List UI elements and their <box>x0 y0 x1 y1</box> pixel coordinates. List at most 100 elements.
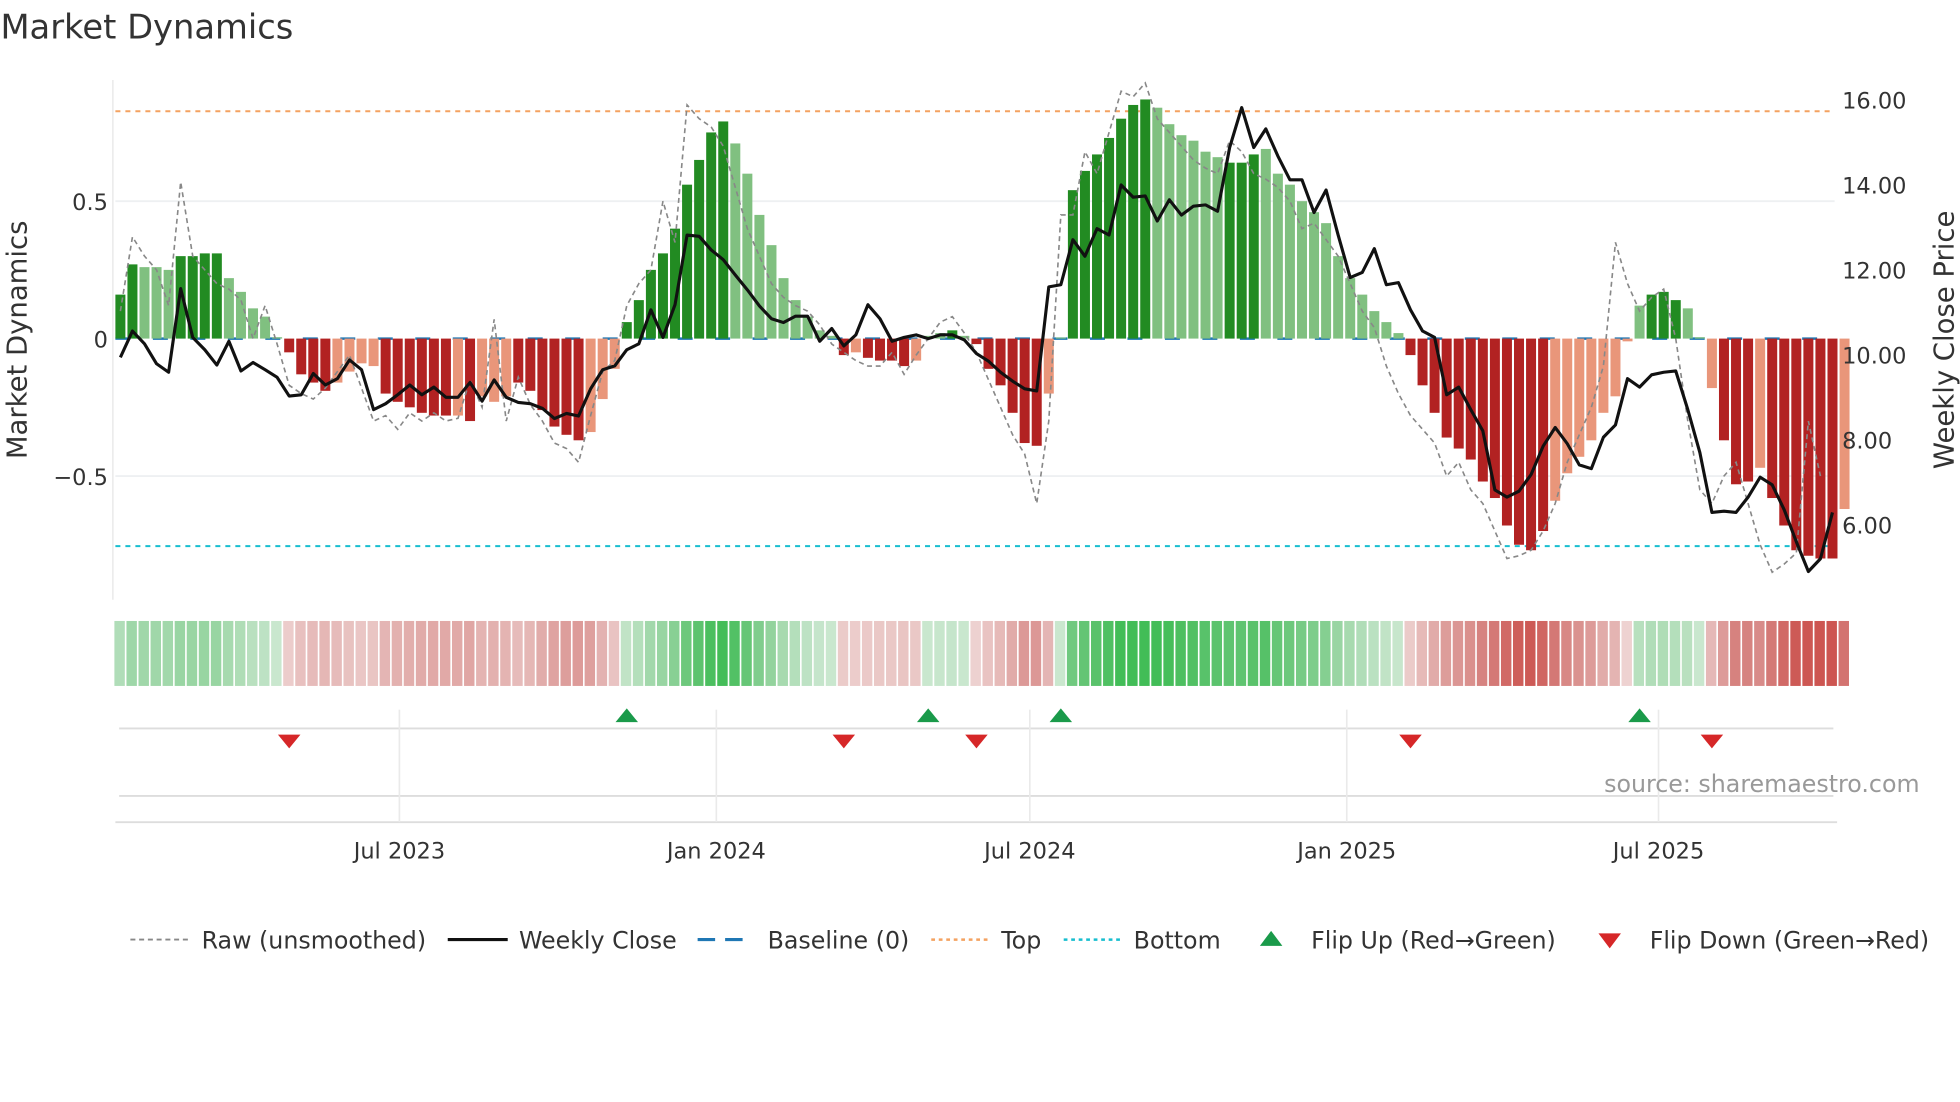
strip-cell <box>873 620 885 686</box>
strip-cell <box>1247 620 1259 686</box>
strip-cell <box>1778 620 1789 686</box>
strip-cell <box>620 620 632 686</box>
strip-cell <box>789 620 801 686</box>
dynamics-bar <box>573 338 584 441</box>
strip-cell <box>1066 620 1078 686</box>
strip-cell <box>825 620 837 686</box>
strip-cell <box>1344 620 1355 686</box>
strip-cell <box>1380 620 1391 686</box>
dynamics-bar <box>1140 99 1151 339</box>
strip-cell <box>319 620 330 686</box>
strip-cell <box>1211 620 1223 686</box>
strip-cell <box>970 620 981 686</box>
flip-up-marker <box>1628 708 1651 723</box>
strip-cell <box>1488 620 1500 686</box>
dynamics-bar <box>1550 338 1561 501</box>
reference-lines <box>115 110 1833 548</box>
dynamics-bar <box>971 338 982 345</box>
strip-cell <box>946 620 957 686</box>
dynamics-bar <box>1574 338 1585 457</box>
strip-cell <box>1440 620 1452 686</box>
flip-up-icon <box>1259 930 1283 946</box>
dynamics-bar <box>248 308 259 339</box>
strip-cell <box>1199 620 1210 686</box>
strip-cell <box>1537 620 1548 686</box>
dynamics-bar <box>1755 338 1766 468</box>
dynamics-bar <box>1248 154 1259 339</box>
strip-cell <box>1320 620 1331 686</box>
strip-cell <box>1356 620 1367 686</box>
strip-cell <box>234 620 246 686</box>
dynamics-bar <box>1610 338 1621 397</box>
strip-cell <box>1030 620 1042 686</box>
left-axis-ticks: 0.5 0 −0.5 <box>53 190 108 491</box>
x-tick-label: Jan 2025 <box>1295 838 1396 864</box>
legend-flip-down-label: Flip Down (Green→Red) <box>1650 926 1929 954</box>
strip-cell <box>1597 620 1608 686</box>
dynamics-bar <box>1381 322 1392 339</box>
legend-top-label: Top <box>1000 926 1041 954</box>
strip-cell <box>1633 620 1645 686</box>
strip-cell <box>741 620 752 686</box>
flip-down-marker <box>965 734 988 749</box>
strip-cell <box>1790 620 1801 686</box>
flip-down-marker <box>1700 734 1724 749</box>
dynamics-bar <box>645 269 656 339</box>
strip-cell <box>608 620 620 686</box>
dynamics-bar <box>549 338 560 427</box>
legend-baseline-label: Baseline (0) <box>768 926 910 954</box>
right-axis-label: Weekly Close Price <box>1928 211 1960 469</box>
strip-cell <box>934 620 945 686</box>
strip-cell <box>801 620 813 686</box>
dynamics-bar <box>1043 338 1054 394</box>
strip-cell <box>1006 620 1018 686</box>
strip-cell <box>186 620 198 686</box>
strip-cell <box>1573 620 1584 686</box>
dynamics-bar <box>1200 151 1211 339</box>
strip-cell <box>1657 620 1669 686</box>
strip-cell <box>669 620 680 686</box>
strip-cell <box>632 620 644 686</box>
y-tick-label: 0.5 <box>72 190 108 216</box>
dynamics-bar <box>1333 256 1344 339</box>
strip-cell <box>415 620 427 686</box>
dynamics-bar <box>730 143 741 339</box>
strip-cell <box>861 620 873 686</box>
strip-cell <box>1476 620 1488 686</box>
dynamics-bar <box>465 338 476 422</box>
strip-cell <box>596 620 608 686</box>
dynamics-bar <box>452 338 463 416</box>
strip-cell <box>849 620 861 686</box>
dynamics-bar <box>1514 338 1525 545</box>
strip-cell <box>1681 620 1693 686</box>
strip-cell <box>307 620 318 686</box>
strip-cell <box>114 620 125 686</box>
strip-cell <box>1561 620 1572 686</box>
dynamics-bar <box>1116 118 1127 339</box>
dynamics-bar <box>1779 338 1790 526</box>
dynamics-bar <box>1743 338 1754 482</box>
strip-cell <box>1404 620 1415 686</box>
dynamics-bar <box>537 338 548 411</box>
strip-cell <box>1115 620 1126 686</box>
dynamics-bar <box>766 245 777 339</box>
y-tick-label: −0.5 <box>53 465 108 491</box>
dynamics-bar <box>1224 162 1235 339</box>
strip-cell <box>1525 620 1536 686</box>
strip-cell <box>1621 620 1632 686</box>
strip-cell <box>644 620 656 686</box>
regime-strip <box>114 620 1849 686</box>
bars <box>115 99 1850 559</box>
dynamics-bar <box>1670 300 1681 339</box>
strip-cell <box>1127 620 1138 686</box>
dynamics-bar <box>356 338 367 364</box>
dynamics-bar <box>1791 338 1802 551</box>
dynamics-bar <box>428 338 439 416</box>
strip-cell <box>753 620 764 686</box>
x-tick-label: Jul 2025 <box>1611 838 1704 864</box>
strip-cell <box>283 620 294 686</box>
strip-cell <box>1295 620 1307 686</box>
dynamics-bar <box>1236 162 1247 339</box>
source-label: source: sharemaestro.com <box>1604 770 1919 798</box>
strip-cell <box>524 620 535 686</box>
